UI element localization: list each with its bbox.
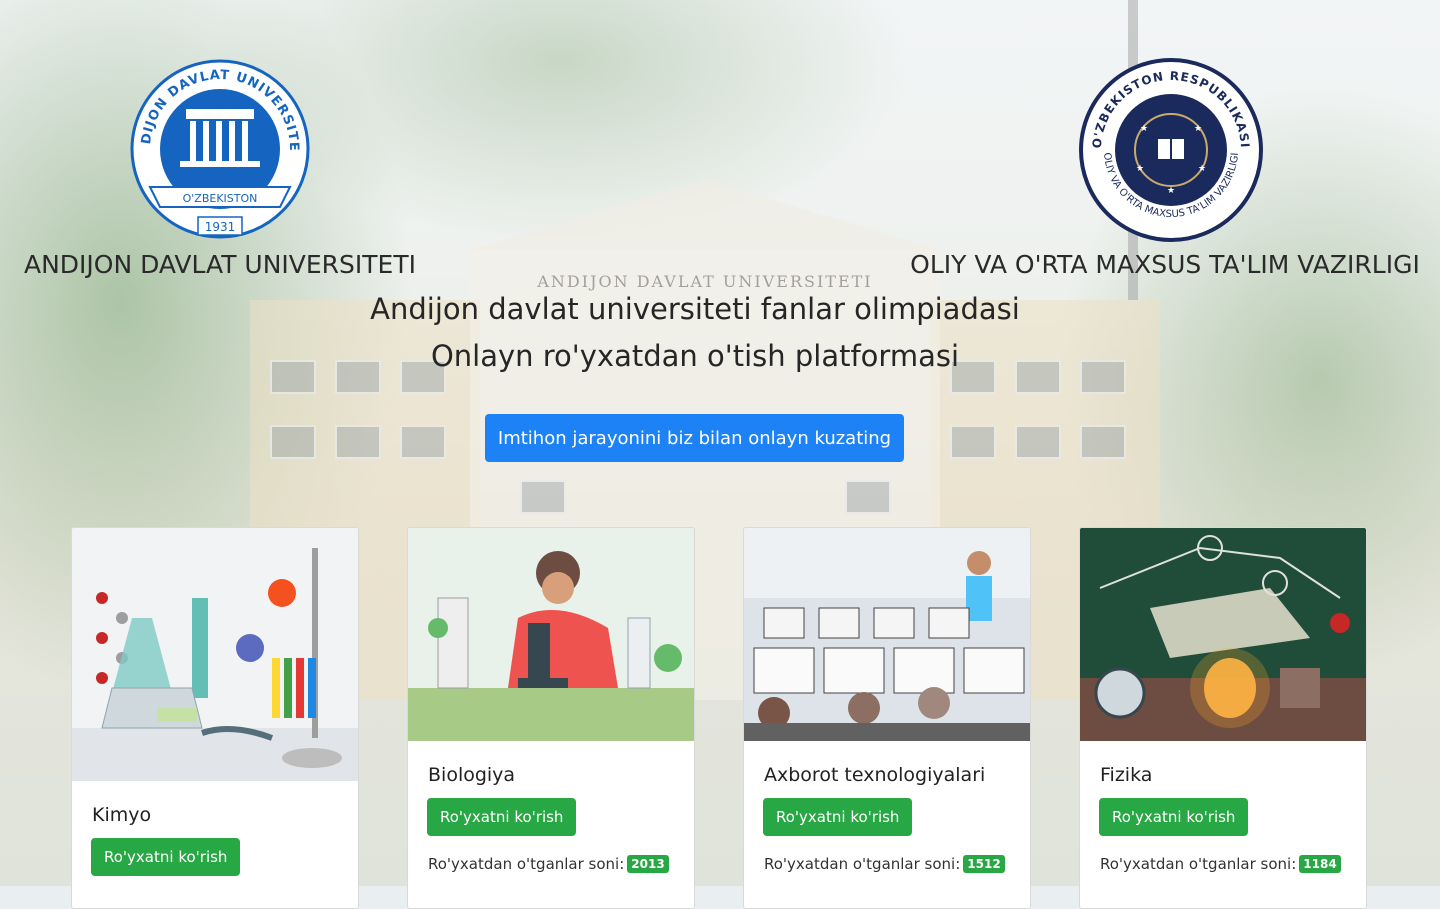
biology-image — [408, 528, 694, 741]
subject-card-axborot-texnologiyalari: Axborot texnologiyalari Ro'yxatni ko'ris… — [743, 527, 1031, 909]
registered-count-badge: 1184 — [1299, 855, 1341, 873]
subject-card-biologiya: Biologiya Ro'yxatni ko'rish Ro'yxatdan o… — [407, 527, 695, 909]
svg-text:★: ★ — [1136, 164, 1144, 174]
building-window — [1015, 425, 1061, 459]
university-logo-ribbon: O'ZBEKISTON — [183, 192, 258, 205]
building-window — [270, 425, 316, 459]
university-logo-year: 1931 — [205, 220, 236, 234]
building-window — [1080, 425, 1126, 459]
registered-count-row: Ro'yxatdan o'tganlar soni: 1512 — [764, 855, 1005, 873]
subject-name: Biologiya — [428, 764, 516, 786]
registered-count-row: Ro'yxatdan o'tganlar soni: 1184 — [1100, 855, 1341, 873]
subject-card-fizika: Fizika Ro'yxatni ko'rish Ro'yxatdan o'tg… — [1079, 527, 1367, 909]
building-window — [520, 480, 566, 514]
svg-text:★: ★ — [1167, 186, 1175, 196]
ministry-name: OLIY VA O'RTA MAXSUS TA'LIM VAZIRLIGI — [910, 250, 1420, 279]
registered-count-label: Ro'yxatdan o'tganlar soni: — [764, 855, 961, 873]
building-window — [400, 425, 446, 459]
registered-count-badge: 2013 — [627, 855, 669, 873]
view-list-button[interactable]: Ro'yxatni ko'rish — [91, 838, 241, 876]
view-list-button[interactable]: Ro'yxatni ko'rish — [763, 798, 913, 836]
svg-text:★: ★ — [1194, 124, 1202, 134]
view-list-button[interactable]: Ro'yxatni ko'rish — [1099, 798, 1249, 836]
page-subtitle: Onlayn ro'yxatdan o'tish platformasi — [430, 339, 960, 373]
building-window — [950, 425, 996, 459]
it-classroom-image — [744, 528, 1030, 741]
building-sign: ANDIJON DAVLAT UNIVERSITETI — [537, 272, 873, 291]
view-list-button[interactable]: Ro'yxatni ko'rish — [427, 798, 577, 836]
svg-text:★: ★ — [1140, 124, 1148, 134]
subject-name: Kimyo — [92, 804, 152, 826]
subject-name: Fizika — [1100, 764, 1153, 786]
university-logo: ANDIJON DAVLAT UNIVERSITETI O'ZBEKISTON … — [122, 46, 312, 241]
building-window — [335, 425, 381, 459]
registered-count-label: Ro'yxatdan o'tganlar soni: — [428, 855, 625, 873]
subject-name: Axborot texnologiyalari — [764, 764, 986, 786]
svg-text:★: ★ — [1198, 164, 1206, 174]
registered-count-badge: 1512 — [963, 855, 1005, 873]
chemistry-image — [72, 528, 358, 781]
building-pediment — [470, 180, 940, 250]
subject-card-kimyo: Kimyo Ro'yxatni ko'rish — [71, 527, 359, 909]
registered-count-label: Ro'yxatdan o'tganlar soni: — [1100, 855, 1297, 873]
university-name: ANDIJON DAVLAT UNIVERSITETI — [23, 250, 417, 279]
building-window — [845, 480, 891, 514]
registered-count-row: Ro'yxatdan o'tganlar soni: 2013 — [428, 855, 669, 873]
watch-online-button[interactable]: Imtihon jarayonini biz bilan onlayn kuza… — [485, 414, 904, 462]
page-title: Andijon davlat universiteti fanlar olimp… — [370, 292, 1020, 326]
ministry-logo: O'ZBEKISTON RESPUBLIKASI OLIY VA O'RTA M… — [1078, 57, 1264, 243]
physics-image — [1080, 528, 1366, 741]
